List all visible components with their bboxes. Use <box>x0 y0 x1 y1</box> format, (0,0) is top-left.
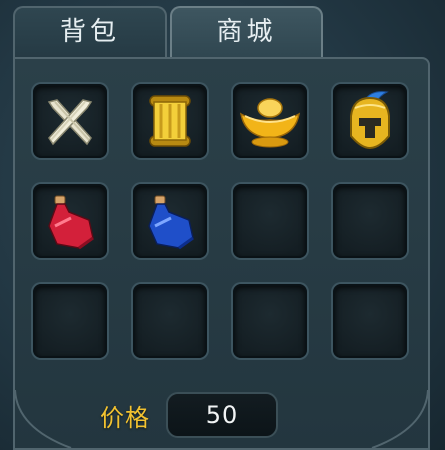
price-label: 价格 <box>100 404 150 432</box>
inventory-slot-2[interactable] <box>133 84 207 158</box>
crossed-swords-icon <box>47 99 93 146</box>
inventory-slot-6[interactable] <box>133 184 207 258</box>
panel-corner-right-ornament <box>371 389 429 449</box>
inventory-slot-12[interactable] <box>333 284 407 358</box>
inventory-slot-5[interactable] <box>33 184 107 258</box>
gold-ingot-icon <box>239 98 301 148</box>
inventory-slot-1[interactable] <box>33 84 107 158</box>
price-value: 50 <box>166 392 278 438</box>
tab-shop[interactable]: 商城 <box>170 6 323 58</box>
inventory-slot-7[interactable] <box>233 184 307 258</box>
inventory-slot-4[interactable] <box>333 84 407 158</box>
scroll-icon <box>149 95 191 147</box>
inventory-slot-8[interactable] <box>333 184 407 258</box>
red-potion-icon <box>48 195 94 250</box>
inventory-slot-10[interactable] <box>133 284 207 358</box>
tab-bag[interactable]: 背包 <box>13 6 167 58</box>
panel-corner-left-ornament <box>14 389 72 449</box>
game-shop-screen: 背包 商城 价格 50 <box>0 0 445 450</box>
inventory-slot-9[interactable] <box>33 284 107 358</box>
inventory-slot-11[interactable] <box>233 284 307 358</box>
helmet-icon <box>350 91 390 150</box>
blue-potion-icon <box>148 195 194 250</box>
inventory-slot-3[interactable] <box>233 84 307 158</box>
